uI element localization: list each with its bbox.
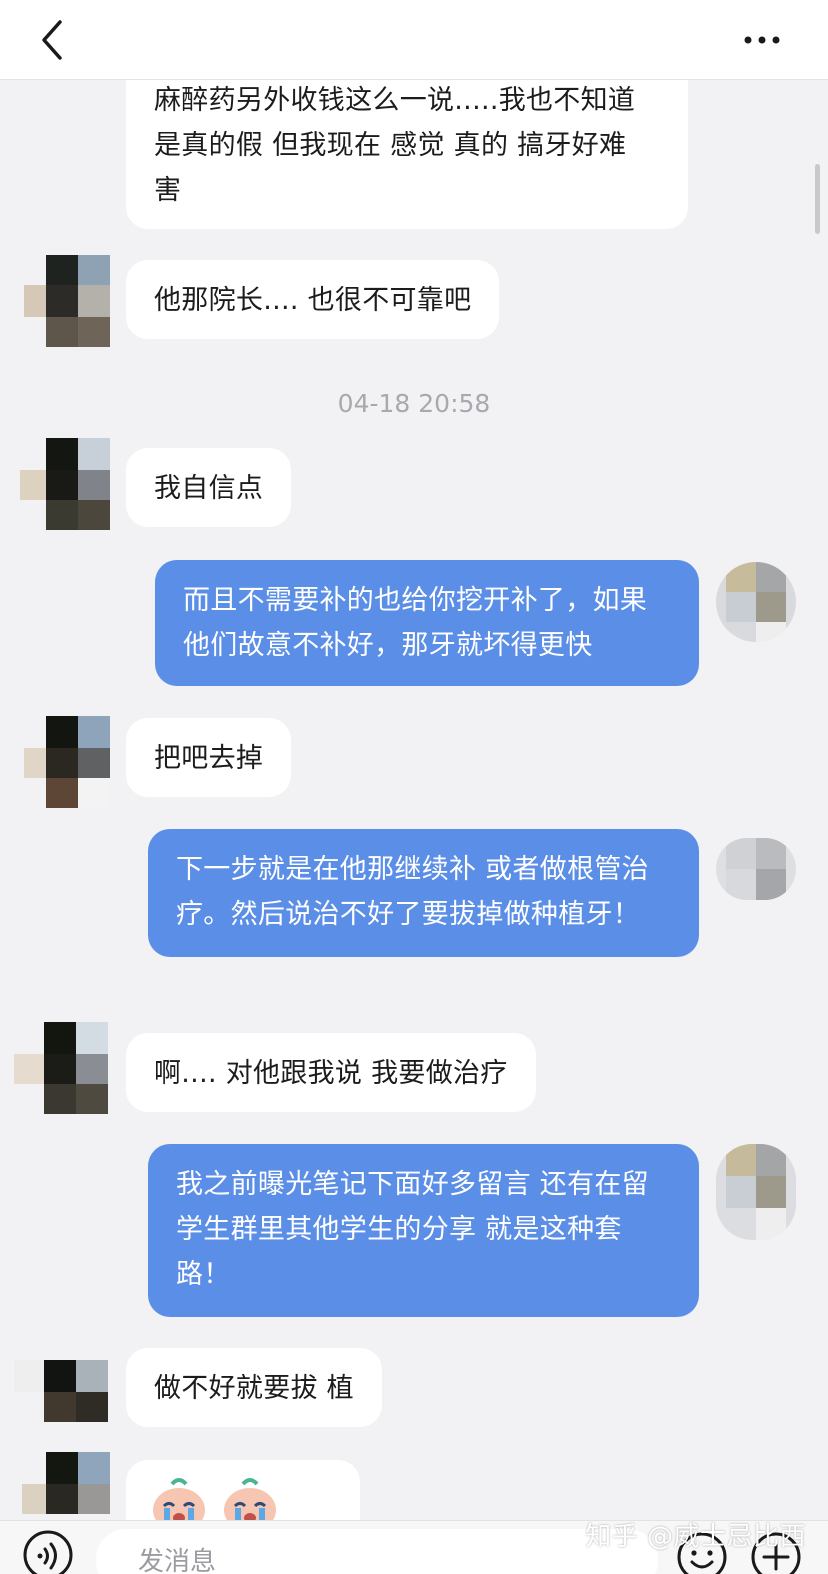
more-button[interactable] [740,24,788,56]
scrollbar[interactable] [815,164,820,234]
message-bubble-outgoing[interactable]: 而且不需要补的也给你挖开补了，如果他们故意不补好，那牙就坏得更快 [155,560,699,686]
contact-avatar[interactable] [14,1360,108,1452]
crying-emoji-icon [221,1474,279,1520]
message-text: 麻醉药另外收钱这么一说.....我也不知道是真的假 但我现在 感觉 真的 搞牙好… [154,85,636,206]
message-bubble-incoming[interactable]: 他那院长.... 也很不可靠吧 [126,260,500,339]
message-bubble-incoming[interactable]: 我自信点 [126,448,292,527]
message-text: 我自信点 [154,473,264,504]
message-bubble-incoming[interactable]: 把吧去掉 [126,718,292,797]
watermark: 知乎 @威士忌比西 [585,1522,806,1552]
timestamp: 04-18 20:58 [337,389,491,418]
back-button[interactable] [34,16,74,64]
message-bubble-outgoing[interactable]: 下一步就是在他那继续补 或者做根管治疗。然后说治不好了要拔掉做种植牙！ [148,829,699,957]
message-text: 把吧去掉 [154,743,264,774]
voice-icon [23,1530,73,1574]
contact-avatar[interactable] [18,438,110,530]
contact-avatar[interactable] [18,1452,110,1520]
contact-avatar[interactable] [14,1022,108,1114]
message-input[interactable] [96,1529,658,1574]
more-horizontal-icon [744,36,780,44]
voice-button[interactable] [22,1529,74,1574]
top-bar [0,0,828,80]
message-text: 而且不需要补的也给你挖开补了，如果他们故意不补好，那牙就坏得更快 [183,585,648,661]
message-text: 我之前曝光笔记下面好多留言 还有在留学生群里其他学生的分享 就是这种套路！ [176,1169,649,1290]
message-text: 做不好就要拔 植 [154,1373,354,1404]
message-bubble-incoming[interactable]: 做不好就要拔 植 [126,1348,382,1427]
message-text: 他那院长.... 也很不可靠吧 [154,285,472,316]
message-text: 下一步就是在他那继续补 或者做根管治疗。然后说治不好了要拔掉做种植牙！ [176,854,649,930]
crying-emoji-icon [150,1474,208,1520]
message-text: 啊.... 对他跟我说 我要做治疗 [154,1058,508,1089]
contact-avatar[interactable] [18,255,110,347]
chat-message-list[interactable]: 麻醉药另外收钱这么一说.....我也不知道是真的假 但我现在 感觉 真的 搞牙好… [0,80,828,1520]
my-avatar[interactable] [716,838,796,900]
my-avatar[interactable] [716,562,796,642]
message-bubble-incoming[interactable] [126,1460,360,1520]
chevron-left-icon [42,20,62,60]
my-avatar[interactable] [716,1144,796,1240]
contact-avatar[interactable] [18,716,110,808]
message-bubble-incoming[interactable]: 啊.... 对他跟我说 我要做治疗 [126,1033,536,1112]
message-bubble-outgoing[interactable]: 我之前曝光笔记下面好多留言 还有在留学生群里其他学生的分享 就是这种套路！ [148,1144,699,1317]
message-bubble-incoming[interactable]: 麻醉药另外收钱这么一说.....我也不知道是真的假 但我现在 感觉 真的 搞牙好… [126,80,688,229]
